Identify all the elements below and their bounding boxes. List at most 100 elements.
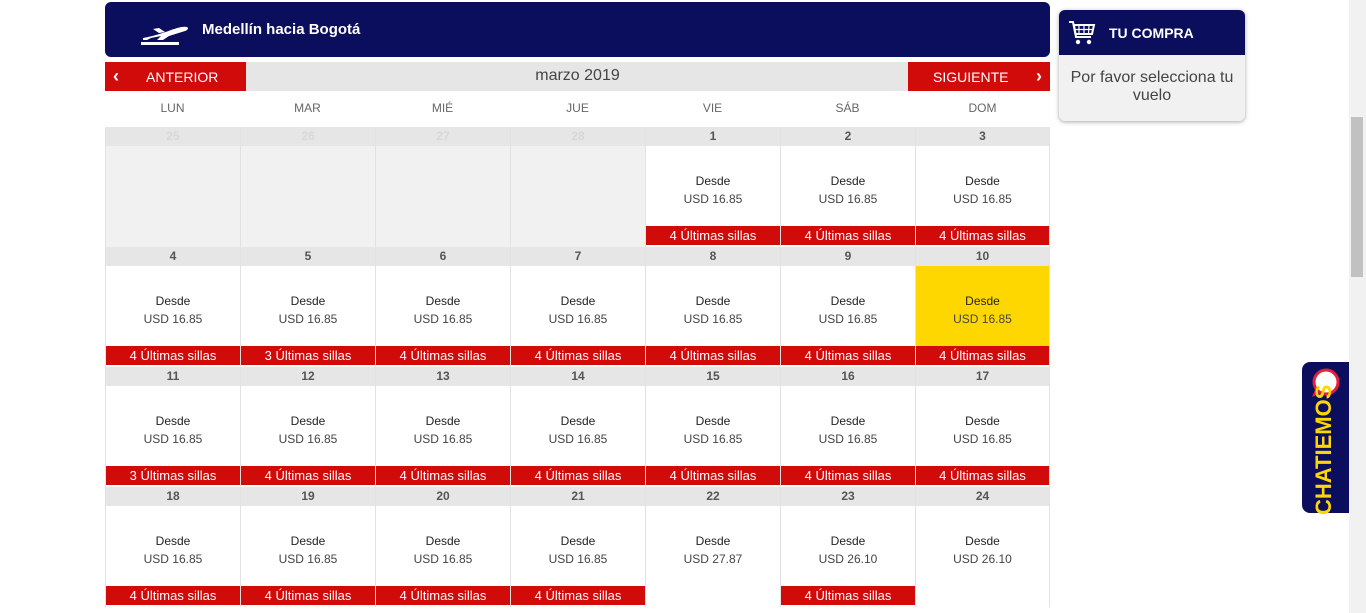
calendar-day[interactable]: 15 Desde USD 16.85 4 Últimas sillas (645, 367, 780, 487)
calendar-day[interactable]: 16 Desde USD 16.85 4 Últimas sillas (780, 367, 915, 487)
fare-from-label: Desde (290, 414, 326, 428)
day-number: 27 (376, 127, 510, 146)
day-number: 21 (511, 487, 645, 506)
fare-price: USD 16.85 (683, 192, 743, 206)
plane-takeoff-icon (141, 26, 189, 45)
fare-from-label: Desde (830, 174, 866, 188)
day-fare: Desde USD 16.85 (511, 266, 645, 346)
fare-price: USD 16.85 (143, 432, 203, 446)
calendar-day[interactable]: 6 Desde USD 16.85 4 Últimas sillas (375, 247, 510, 367)
calendar-day[interactable]: 19 Desde USD 16.85 4 Últimas sillas (240, 487, 375, 607)
calendar-day[interactable]: 5 Desde USD 16.85 3 Últimas sillas (240, 247, 375, 367)
seats-left-badge: 4 Últimas sillas (511, 586, 645, 605)
calendar-day[interactable]: 14 Desde USD 16.85 4 Últimas sillas (510, 367, 645, 487)
fare-from-label: Desde (425, 294, 461, 308)
day-number: 8 (646, 247, 780, 266)
fare-price: USD 26.10 (818, 552, 878, 566)
calendar-day[interactable]: 20 Desde USD 16.85 4 Últimas sillas (375, 487, 510, 607)
fare-price: USD 16.85 (413, 312, 473, 326)
fare-from-label: Desde (560, 534, 596, 548)
day-number: 3 (916, 127, 1049, 146)
calendar-day[interactable]: 2 Desde USD 16.85 4 Últimas sillas (780, 127, 915, 247)
next-month-label: SIGUIENTE (933, 69, 1009, 85)
page-scrollbar[interactable] (1349, 0, 1366, 613)
seats-left-badge: 4 Últimas sillas (511, 466, 645, 485)
fare-from-label: Desde (155, 414, 191, 428)
calendar-day[interactable]: 23 Desde USD 26.10 4 Últimas sillas (780, 487, 915, 607)
day-number: 14 (511, 367, 645, 386)
day-fare: Desde USD 16.85 (781, 146, 915, 226)
fare-price: USD 16.85 (278, 312, 338, 326)
day-number: 15 (646, 367, 780, 386)
fare-from-label: Desde (290, 534, 326, 548)
calendar-day[interactable]: 12 Desde USD 16.85 4 Últimas sillas (240, 367, 375, 487)
calendar-day[interactable]: 1 Desde USD 16.85 4 Últimas sillas (645, 127, 780, 247)
day-fare: Desde USD 26.10 (781, 506, 915, 586)
fare-price: USD 16.85 (683, 312, 743, 326)
weekday-wed: MIÉ (431, 101, 454, 115)
weekday-fri: VIE (702, 101, 723, 115)
day-fare: Desde USD 16.85 (781, 266, 915, 346)
seats-left-badge: 4 Últimas sillas (376, 346, 510, 365)
calendar-day[interactable]: 8 Desde USD 16.85 4 Últimas sillas (645, 247, 780, 367)
calendar-day[interactable]: 21 Desde USD 16.85 4 Últimas sillas (510, 487, 645, 607)
fare-price: USD 16.85 (548, 432, 608, 446)
calendar-day-outside: 26 (240, 127, 375, 247)
seats-left-badge: 4 Últimas sillas (511, 346, 645, 365)
seats-left-badge: 4 Últimas sillas (106, 346, 240, 365)
day-number: 7 (511, 247, 645, 266)
fare-price: USD 16.85 (143, 552, 203, 566)
day-number: 4 (106, 247, 240, 266)
calendar-day[interactable]: 17 Desde USD 16.85 4 Últimas sillas (915, 367, 1050, 487)
day-fare: Desde USD 16.85 (511, 506, 645, 586)
fare-price: USD 26.10 (953, 552, 1012, 566)
fare-from-label: Desde (290, 294, 326, 308)
day-number: 23 (781, 487, 915, 506)
chat-widget-label: CHATIEMOS (1311, 384, 1336, 515)
seats-left-badge: 4 Últimas sillas (781, 586, 915, 605)
seats-left-badge: 4 Últimas sillas (916, 226, 1049, 245)
day-fare: Desde USD 16.85 (646, 386, 780, 466)
day-number: 17 (916, 367, 1049, 386)
seats-left-badge: 4 Últimas sillas (376, 466, 510, 485)
next-month-button[interactable]: SIGUIENTE › (908, 62, 1050, 91)
seats-left-badge: 3 Últimas sillas (241, 346, 375, 365)
day-number: 24 (916, 487, 1049, 506)
fare-from-label: Desde (560, 414, 596, 428)
calendar-day[interactable]: 24 Desde USD 26.10 (915, 487, 1050, 607)
seats-left-badge: 4 Últimas sillas (916, 466, 1049, 485)
calendar-day[interactable]: 18 Desde USD 16.85 4 Últimas sillas (105, 487, 240, 607)
fare-from-label: Desde (695, 414, 731, 428)
chat-widget-button[interactable]: CHATIEMOS (1302, 362, 1350, 515)
calendar-day[interactable]: 4 Desde USD 16.85 4 Últimas sillas (105, 247, 240, 367)
calendar-day[interactable]: 22 Desde USD 27.87 (645, 487, 780, 607)
calendar-day[interactable]: 9 Desde USD 16.85 4 Últimas sillas (780, 247, 915, 367)
calendar-day[interactable]: 3 Desde USD 16.85 4 Últimas sillas (915, 127, 1050, 247)
calendar-day[interactable]: 13 Desde USD 16.85 4 Últimas sillas (375, 367, 510, 487)
fare-from-label: Desde (965, 294, 1000, 308)
month-navigation: ‹ ANTERIOR marzo 2019 SIGUIENTE › (105, 62, 1050, 91)
calendar-day[interactable]: 11 Desde USD 16.85 3 Últimas sillas (105, 367, 240, 487)
day-fare: Desde USD 16.85 (376, 266, 510, 346)
seats-left-badge: 4 Últimas sillas (241, 586, 375, 605)
day-number: 18 (106, 487, 240, 506)
scrollbar-thumb[interactable] (1351, 117, 1363, 277)
day-fare: Desde USD 16.85 (646, 266, 780, 346)
weekday-sat: SÁB (835, 101, 860, 115)
calendar-day-outside: 27 (375, 127, 510, 247)
day-number: 13 (376, 367, 510, 386)
fare-price: USD 16.85 (953, 432, 1012, 446)
day-number: 20 (376, 487, 510, 506)
day-fare: Desde USD 16.85 (376, 386, 510, 466)
purchase-summary: TU COMPRA Por favor selecciona tu vuelo (1059, 10, 1245, 121)
fare-from-label: Desde (965, 414, 1000, 428)
calendar-day[interactable]: 10 Desde USD 16.85 4 Últimas sillas (915, 247, 1050, 367)
day-fare: Desde USD 26.10 (916, 506, 1049, 586)
day-fare: Desde USD 16.85 (241, 266, 375, 346)
fare-from-label: Desde (155, 534, 191, 548)
weekday-sun: DOM (968, 101, 997, 115)
seats-left-badge: 4 Últimas sillas (646, 226, 780, 245)
fare-price: USD 16.85 (683, 432, 743, 446)
seats-left-badge: 4 Últimas sillas (376, 586, 510, 605)
calendar-day[interactable]: 7 Desde USD 16.85 4 Últimas sillas (510, 247, 645, 367)
